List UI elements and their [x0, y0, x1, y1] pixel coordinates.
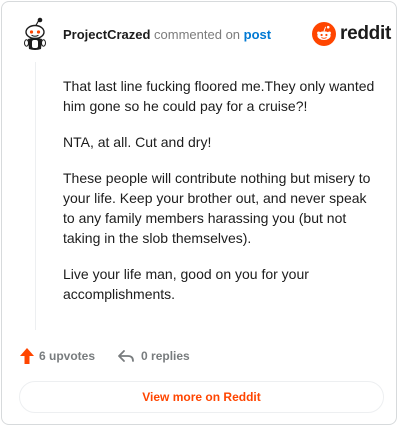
author-name[interactable]: ProjectCrazed	[63, 27, 150, 42]
reply-arrow-icon	[118, 350, 134, 362]
comment-body: That last line fucking floored me.They o…	[63, 76, 381, 320]
upvote-button[interactable]: 6 upvotes	[19, 347, 95, 365]
upvote-arrow-icon	[20, 348, 34, 364]
reply-count: 0 replies	[141, 349, 190, 363]
comment-paragraph: Live your life man, good on you for your…	[63, 266, 309, 302]
reddit-logo-icon	[312, 22, 336, 46]
reddit-brand[interactable]: reddit	[312, 22, 391, 46]
comment-paragraph: NTA, at all. Cut and dry!	[63, 134, 212, 150]
view-more-button[interactable]: View more on Reddit	[19, 381, 384, 413]
thread-line	[35, 62, 36, 330]
action-text: commented on	[154, 27, 241, 42]
comment-actions: 6 upvotes 0 replies	[19, 347, 190, 365]
comment-header: ProjectCrazed commented on post	[63, 27, 271, 43]
post-link[interactable]: post	[244, 27, 271, 42]
upvote-count: 6 upvotes	[39, 349, 96, 363]
reply-button[interactable]: 0 replies	[117, 348, 190, 364]
comment-embed-card: ProjectCrazed commented on post reddit T…	[1, 1, 397, 425]
comment-paragraph: That last line fucking floored me.They o…	[63, 78, 375, 114]
comment-paragraph: These people will contribute nothing but…	[63, 170, 371, 246]
snoo-avatar-icon[interactable]	[20, 17, 50, 51]
reddit-wordmark: reddit	[340, 23, 391, 44]
